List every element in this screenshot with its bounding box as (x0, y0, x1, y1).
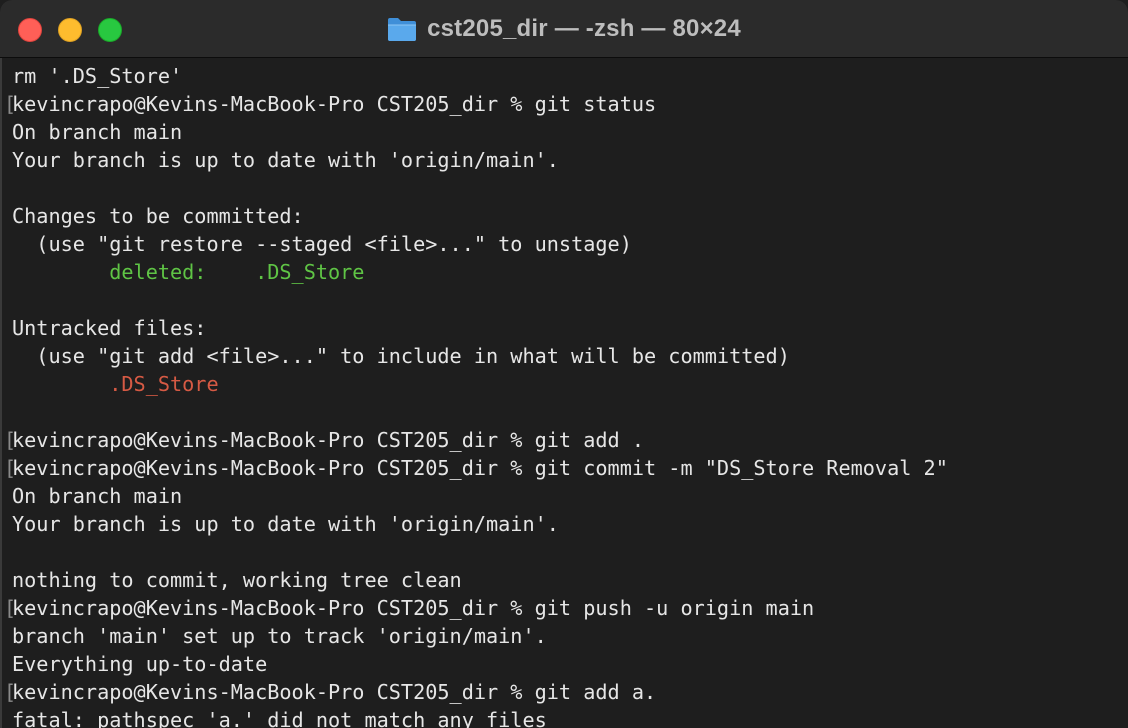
window-title: cst205_dir — -zsh — 80×24 (427, 15, 741, 42)
output-line: .DS_Store (12, 372, 219, 396)
prompt-line: kevincrapo@Kevins-MacBook-Pro CST205_dir… (12, 596, 815, 620)
folder-icon (388, 18, 417, 41)
output-line: Untracked files: (12, 316, 207, 340)
output-line: Changes to be committed: (12, 204, 304, 228)
output-line: rm '.DS_Store' (12, 64, 183, 88)
prompt-line: kevincrapo@Kevins-MacBook-Pro CST205_dir… (12, 92, 657, 116)
output-line: Your branch is up to date with 'origin/m… (12, 148, 559, 172)
output-line: Everything up-to-date (12, 652, 268, 676)
output-line: Your branch is up to date with 'origin/m… (12, 512, 559, 536)
prompt-line: kevincrapo@Kevins-MacBook-Pro CST205_dir… (12, 680, 657, 704)
terminal-output[interactable]: rm '.DS_Store'[kevincrapo@Kevins-MacBook… (0, 58, 1128, 728)
output-line: On branch main (12, 120, 183, 144)
output-line: branch 'main' set up to track 'origin/ma… (12, 624, 547, 648)
terminal-window: cst205_dir — -zsh — 80×24 rm '.DS_Store'… (0, 0, 1128, 728)
output-line: (use "git add <file>..." to include in w… (12, 344, 790, 368)
title-bar[interactable]: cst205_dir — -zsh — 80×24 (0, 0, 1128, 58)
output-line: (use "git restore --staged <file>..." to… (12, 232, 632, 256)
output-line: nothing to commit, working tree clean (12, 568, 462, 592)
output-line: deleted: .DS_Store (12, 260, 365, 284)
window-title-group: cst205_dir — -zsh — 80×24 (0, 0, 1128, 58)
prompt-line: kevincrapo@Kevins-MacBook-Pro CST205_dir… (12, 456, 948, 480)
output-line: On branch main (12, 484, 183, 508)
output-line: fatal: pathspec 'a.' did not match any f… (12, 708, 547, 728)
prompt-line: kevincrapo@Kevins-MacBook-Pro CST205_dir… (12, 428, 645, 452)
